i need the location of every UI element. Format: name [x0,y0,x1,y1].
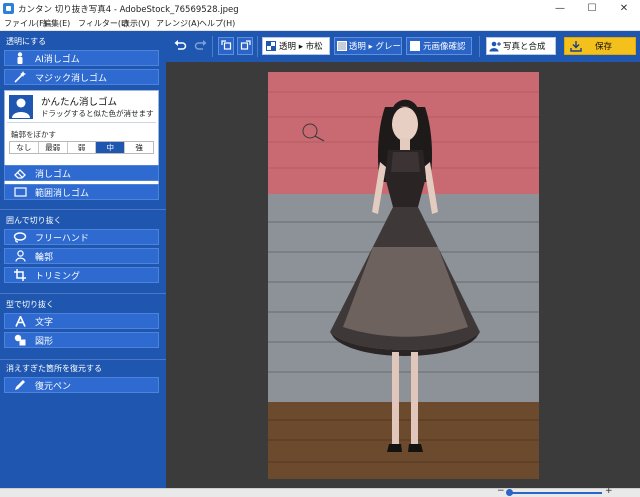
sidebar-divider [0,359,166,360]
toolbar-divider [212,36,213,57]
dashed-rect-icon [5,185,35,199]
sidebar-divider [0,209,166,210]
blur-option-strong[interactable]: 強 [125,142,153,153]
menu-bar: ファイル(F) 編集(E) フィルター(L) 表示(V) アレンジ(A) ヘルプ… [0,17,640,31]
shape-cut-button[interactable]: 図形 [4,332,159,348]
menu-filter[interactable]: フィルター(L) [78,18,129,29]
maximize-button[interactable]: ☐ [576,0,608,17]
blur-option-weakest[interactable]: 最弱 [38,142,68,153]
original-check-button[interactable]: 元画像確認 [406,37,472,55]
rotate-right-button[interactable] [237,37,253,55]
toolbar-divider [257,36,258,57]
zoom-slider-track[interactable] [510,492,602,494]
blur-option-medium[interactable]: 中 [96,142,126,153]
rotate-right-icon [240,39,251,53]
blur-option-none[interactable]: なし [10,142,39,153]
letter-a-icon [5,314,35,328]
freehand-button[interactable]: フリーハンド [4,229,159,245]
section-restore-heading: 消えすぎた箇所を復元する [6,364,102,373]
sidebar-divider [0,293,166,294]
gray-square-icon [335,41,349,51]
lasso-icon [5,230,35,244]
window-title: カンタン 切り抜き写真4 - AdobeStock_76569528.jpeg [18,5,239,15]
toolbar-divider [479,36,480,57]
easy-eraser-title: かんたん消しゴム [41,97,118,108]
download-icon [565,40,587,52]
zoom-slider-thumb[interactable] [506,489,513,496]
outline-button[interactable]: 輪郭 [4,248,159,264]
combine-photo-label: 写真と合成 [503,42,546,52]
blur-strength-selector[interactable]: なし 最弱 弱 中 強 [9,141,154,154]
combine-photo-button[interactable]: 写真と合成 [486,37,556,55]
redo-icon [194,39,207,53]
magic-eraser-label: マジック消しゴム [35,73,108,84]
menu-arrange[interactable]: アレンジ(A) [156,18,200,29]
status-bar: − + [0,486,640,497]
eraser-label: 消しゴム [35,169,72,180]
rotate-left-icon [220,39,232,53]
rotate-left-button[interactable] [218,37,234,55]
section-shape-heading: 型で切り抜く [6,300,54,309]
undo-icon [174,39,187,53]
menu-file[interactable]: ファイル(F) [4,18,47,29]
transparent-gray-button[interactable]: 透明 ▸ グレー [334,37,402,55]
sidebar: 透明にする AI消しゴム マジック消しゴム かんたん消しゴム ドラッグすると似た… [0,31,166,488]
magic-wand-icon [5,70,35,84]
save-button[interactable]: 保存 [564,37,636,55]
ai-eraser-label: AI消しゴム [35,54,80,65]
restore-pen-button[interactable]: 復元ペン [4,377,159,393]
easy-eraser-description: ドラッグすると似た色が消せます [41,109,154,118]
checker-icon [263,41,279,51]
eraser-icon [5,166,35,180]
text-cut-button[interactable]: 文字 [4,313,159,329]
outline-label: 輪郭 [35,252,54,263]
close-button[interactable]: ✕ [608,0,640,17]
blur-edge-label: 輪郭をぼかす [11,130,56,139]
person-icon [5,51,35,65]
blur-option-weak[interactable]: 弱 [67,142,97,153]
restore-pen-label: 復元ペン [35,381,72,392]
panel-divider [7,122,156,123]
image-canvas[interactable] [166,62,640,488]
menu-help[interactable]: ヘルプ(H) [199,18,235,29]
trimming-button[interactable]: トリミング [4,267,159,283]
person-silhouette-icon [9,95,33,119]
undo-button[interactable] [171,37,189,55]
transparent-checker-label: 透明 ▸ 市松 [279,42,323,52]
minimize-button[interactable]: — [544,0,576,17]
section-cut-heading: 囲んで切り抜く [6,216,62,225]
transparent-checker-button[interactable]: 透明 ▸ 市松 [262,37,330,55]
app-icon [3,3,14,14]
freehand-label: フリーハンド [35,233,89,244]
shapes-icon [5,333,35,347]
toolbar: 透明 ▸ 市松 透明 ▸ グレー 元画像確認 写真と合成 保存 [166,31,640,62]
text-cut-label: 文字 [35,317,54,328]
ai-eraser-button[interactable]: AI消しゴム [4,50,159,66]
range-eraser-label: 範囲消しゴム [35,188,90,199]
redo-button[interactable] [191,37,209,55]
original-check-label: 元画像確認 [423,42,466,52]
white-square-icon [407,41,423,51]
transparent-gray-label: 透明 ▸ グレー [348,42,401,52]
edited-photo[interactable] [268,72,539,479]
menu-edit[interactable]: 編集(E) [43,18,70,29]
pen-icon [5,378,35,392]
menu-view[interactable]: 表示(V) [122,18,150,29]
trimming-label: トリミング [35,271,81,282]
shape-cut-label: 図形 [35,336,54,347]
zoom-out-icon[interactable]: − [497,486,505,496]
eraser-button[interactable]: 消しゴム [4,165,159,181]
magic-eraser-button[interactable]: マジック消しゴム [4,69,159,85]
title-bar: カンタン 切り抜き写真4 - AdobeStock_76569528.jpeg … [0,0,640,17]
zoom-in-icon[interactable]: + [605,486,613,496]
range-eraser-button[interactable]: 範囲消しゴム [4,184,159,200]
crop-icon [5,268,35,282]
person-plus-icon [487,41,503,52]
person-outline-icon [5,249,35,263]
save-label: 保存 [595,42,613,52]
section-transparent-heading: 透明にする [6,37,47,46]
